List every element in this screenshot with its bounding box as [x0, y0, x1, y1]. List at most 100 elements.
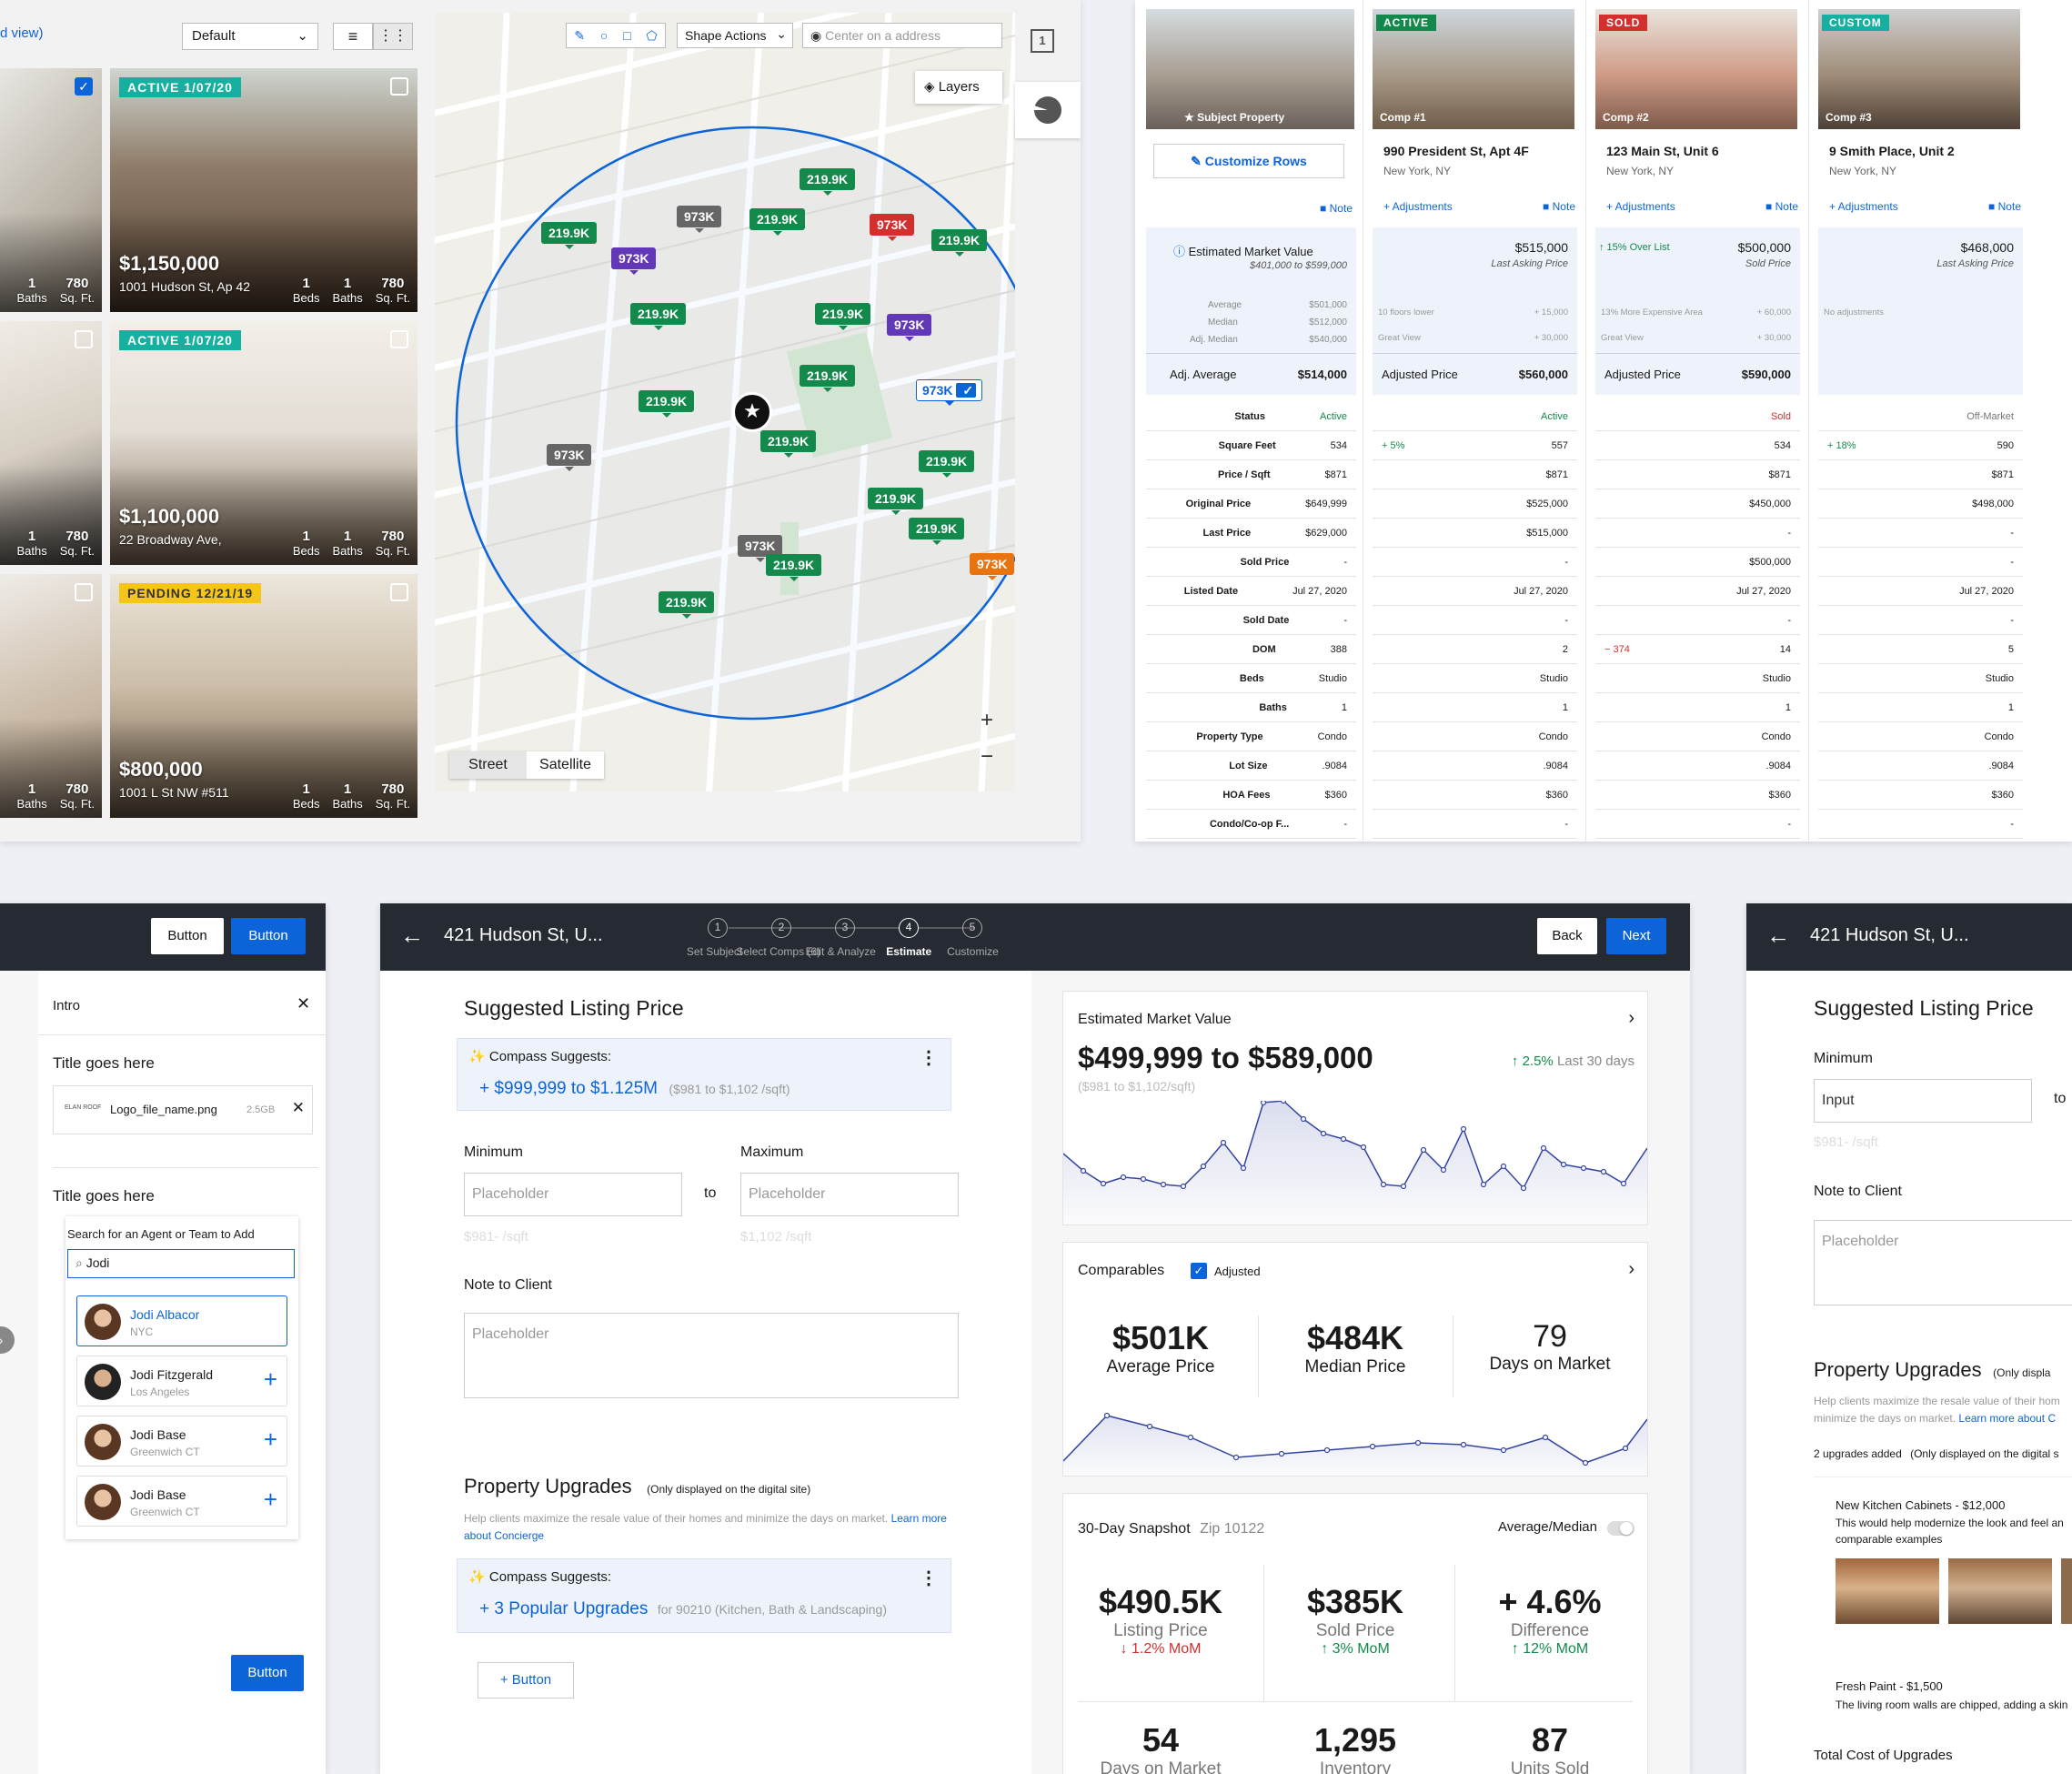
center-address-input[interactable]: ◉ Center on a address [802, 23, 1002, 48]
min-input[interactable]: Input [1814, 1079, 2032, 1123]
step-circle[interactable]: 4 [899, 918, 919, 938]
note-button[interactable]: ■ Note [1765, 200, 1798, 213]
satellite-tab[interactable]: Satellite [527, 751, 604, 779]
secondary-button[interactable]: Button [151, 918, 224, 954]
step-label[interactable]: Customize [947, 945, 999, 958]
map-price-pin[interactable]: 973K [870, 214, 915, 241]
listing-card[interactable]: ACTIVE 1/07/20 $1,100,000 22 Broadway Av… [110, 321, 417, 565]
map-price-pin[interactable]: 219.9K [659, 591, 715, 619]
pencil-icon[interactable]: ✎ [574, 28, 585, 44]
remove-file-icon[interactable]: ✕ [292, 1099, 305, 1117]
next-button[interactable]: Next [1606, 918, 1666, 954]
comp-photo[interactable]: ACTIVE Comp #1 [1373, 9, 1574, 129]
layers-button[interactable]: ◈ Layers [915, 71, 1002, 104]
adjusted-checkbox[interactable]: ✓ [1191, 1263, 1207, 1279]
back-arrow-icon[interactable]: ← [1766, 922, 1790, 950]
comp-photo[interactable]: SOLD Comp #2 [1595, 9, 1797, 129]
listing-card[interactable]: ACTIVE 1/07/20 $1,150,000 1001 Hudson St… [110, 68, 417, 312]
map-price-pin[interactable]: 219.9K [541, 222, 598, 249]
map-price-pin[interactable]: 219.9K [800, 168, 856, 196]
map-price-pin[interactable]: 219.9K [800, 365, 856, 392]
listing-checkbox[interactable]: ✓ [75, 77, 93, 96]
zoom-out-button[interactable]: − [973, 744, 1001, 771]
upgrade-card[interactable]: New Kitchen Cabinets - $12,000 This woul… [1821, 1486, 2072, 1644]
step-circle[interactable]: 1 [708, 918, 728, 938]
add-agent-icon[interactable]: + [264, 1487, 277, 1511]
collapse-arrow-icon[interactable]: › [0, 1326, 15, 1354]
listing-checkbox[interactable] [75, 330, 93, 348]
add-upgrade-button[interactable]: + Button [478, 1662, 574, 1698]
sort-select[interactable]: Default ⌄ [182, 23, 318, 50]
adjustments-link[interactable]: + Adjustments [1383, 200, 1453, 213]
max-input[interactable]: Placeholder [740, 1173, 959, 1216]
map-price-pin[interactable]: 219.9K [630, 303, 687, 330]
map-price-pin[interactable]: 219.9K [760, 430, 817, 458]
listing-card-partial[interactable]: 1 Baths 780 Sq. Ft. [0, 321, 102, 565]
polygon-icon[interactable]: ⬠ [646, 28, 657, 44]
map-price-pin[interactable]: 973K [677, 206, 722, 233]
note-textarea[interactable]: Placeholder [464, 1313, 959, 1398]
map-price-pin[interactable]: 219.9K [815, 303, 871, 330]
note-button[interactable]: ■ Note [1543, 200, 1575, 213]
listing-card-partial[interactable]: ✓ 1 Baths 780 Sq. Ft. [0, 68, 102, 312]
step-label[interactable]: Estimate [886, 945, 931, 958]
map-price-pin[interactable]: 219.9K [909, 518, 965, 545]
map-area[interactable] [435, 13, 1015, 791]
close-icon[interactable]: ✕ [297, 994, 310, 1013]
example-photo[interactable] [1948, 1558, 2052, 1624]
back-arrow-icon[interactable]: ← [400, 922, 424, 950]
map-price-pin[interactable]: 219.9K [868, 488, 924, 515]
avg-median-toggle[interactable] [1607, 1521, 1634, 1536]
min-input[interactable]: Placeholder [464, 1173, 682, 1216]
square-icon[interactable]: □ [623, 28, 630, 43]
list-view-button[interactable]: ≡ [333, 23, 373, 50]
step-label[interactable]: Set Subject [687, 945, 742, 958]
step-circle[interactable]: 3 [835, 918, 855, 938]
shape-actions-dropdown[interactable]: Shape Actions ⌄ [677, 23, 793, 48]
primary-button[interactable]: Button [231, 1655, 304, 1691]
grid-view-button[interactable]: ⋮⋮ [373, 23, 413, 50]
listing-checkbox[interactable] [390, 77, 408, 96]
map-price-pin[interactable]: 219.9K [919, 450, 975, 478]
circle-icon[interactable]: ○ [600, 28, 608, 43]
zoom-in-button[interactable]: + [973, 708, 1001, 735]
pie-chart-button[interactable] [1015, 82, 1081, 138]
map-price-pin[interactable]: 973K ✓ [916, 379, 983, 406]
chevron-right-icon[interactable]: › [1628, 1259, 1634, 1280]
map-price-pin[interactable]: 219.9K [931, 229, 988, 257]
agent-search-input[interactable]: ⌕ Jodi [67, 1249, 295, 1278]
agent-result[interactable]: Jodi Base Greenwich CT + [76, 1476, 287, 1527]
note-button[interactable]: ■ Note [1988, 200, 2021, 213]
map-price-pin[interactable]: 219.9K [749, 208, 806, 236]
comparables-card[interactable]: Comparables ✓ Adjusted › $501K Average Pr… [1062, 1242, 1648, 1477]
street-tab[interactable]: Street [449, 751, 527, 779]
back-button[interactable]: Back [1537, 918, 1597, 954]
comp-photo[interactable]: CUSTOM Comp #3 [1818, 9, 2020, 129]
more-options-icon[interactable]: ⋮ [920, 1046, 938, 1069]
chevron-right-icon[interactable]: › [1628, 1008, 1634, 1029]
map-price-pin[interactable]: 219.9K [766, 554, 822, 581]
map-count-icon[interactable]: 1 [1031, 29, 1054, 53]
map-price-pin[interactable]: 973K [887, 314, 932, 341]
listing-checkbox[interactable] [75, 583, 93, 601]
listing-checkbox[interactable] [390, 583, 408, 601]
map-price-pin[interactable]: 973K [547, 444, 592, 471]
agent-result[interactable]: Jodi Fitzgerald Los Angeles + [76, 1356, 287, 1406]
listing-card-partial[interactable]: 1 Baths 780 Sq. Ft. [0, 574, 102, 818]
view-toggle-label[interactable]: d view) [0, 25, 44, 41]
agent-result[interactable]: Jodi Albacor NYC [76, 1295, 287, 1346]
map-price-pin[interactable]: 973K [611, 247, 657, 275]
adjustments-link[interactable]: + Adjustments [1606, 200, 1675, 213]
step-circle[interactable]: 5 [962, 918, 982, 938]
map-price-pin[interactable]: 219.9K [639, 390, 695, 418]
customize-rows-button[interactable]: ✎ Customize Rows [1153, 144, 1344, 178]
step-circle[interactable]: 2 [771, 918, 791, 938]
add-agent-icon[interactable]: + [264, 1367, 277, 1391]
example-photo[interactable] [1836, 1558, 1939, 1624]
more-options-icon[interactable]: ⋮ [920, 1567, 938, 1589]
step-label[interactable]: Edit & Analyze [806, 945, 876, 958]
note-button[interactable]: ■ Note [1320, 202, 1353, 215]
emv-card[interactable]: Estimated Market Value › $499,999 to $58… [1062, 991, 1648, 1225]
primary-button[interactable]: Button [231, 918, 306, 954]
listing-checkbox[interactable] [390, 330, 408, 348]
